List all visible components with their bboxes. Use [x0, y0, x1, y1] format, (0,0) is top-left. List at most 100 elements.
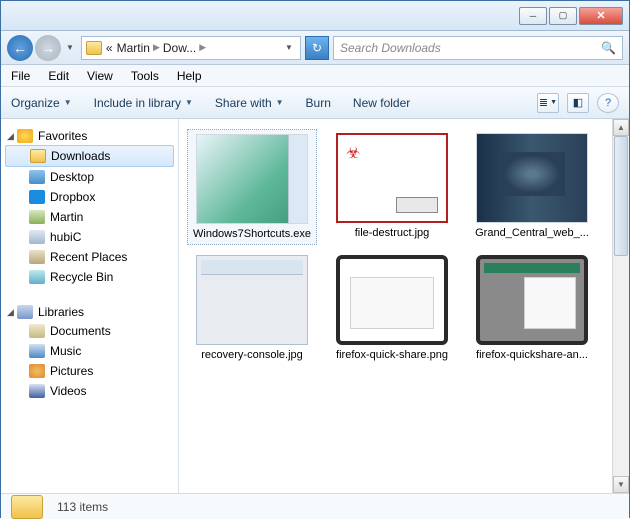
minimize-button[interactable]: ─ [519, 7, 547, 25]
sidebar-item-hubic[interactable]: hubiC [1, 227, 178, 247]
sidebar-item-label: Music [50, 344, 81, 358]
status-bar: 113 items [1, 493, 629, 519]
search-placeholder: Search Downloads [340, 41, 441, 55]
desktop-icon [29, 170, 45, 184]
sidebar-item-recycle-bin[interactable]: Recycle Bin [1, 267, 178, 287]
sidebar-item-videos[interactable]: Videos [1, 381, 178, 401]
favorites-label: Favorites [38, 129, 87, 143]
sidebar-item-label: Documents [50, 324, 111, 338]
sidebar-item-martin[interactable]: Martin [1, 207, 178, 227]
organize-button[interactable]: Organize▼ [11, 96, 72, 110]
scroll-down-button[interactable]: ▼ [613, 476, 629, 493]
chevron-down-icon: ▼ [64, 98, 72, 107]
crumb-downloads[interactable]: Dow... [163, 41, 196, 55]
star-icon [17, 129, 33, 143]
sidebar-item-recent-places[interactable]: Recent Places [1, 247, 178, 267]
chevron-right-icon[interactable]: ▶ [153, 42, 160, 53]
new-folder-button[interactable]: New folder [353, 96, 410, 110]
user-icon [29, 210, 45, 224]
content-area: ◢ Favorites Downloads Desktop Dropbox Marti… [1, 119, 629, 493]
breadcrumb[interactable]: « Martin ▶ Dow... ▶ ▼ [81, 36, 301, 60]
menu-bar: File Edit View Tools Help [1, 65, 629, 87]
file-name: Grand_Central_web_... [475, 227, 589, 239]
back-button[interactable]: ← [7, 35, 33, 61]
file-name: firefox-quick-share.png [336, 349, 448, 361]
crumb-prefix: « [106, 41, 113, 55]
sidebar-item-label: Videos [50, 384, 86, 398]
collapse-icon[interactable]: ◢ [7, 307, 17, 318]
file-name: firefox-quickshare-an... [476, 349, 588, 361]
doc-icon [29, 324, 45, 338]
sidebar-item-label: Pictures [50, 364, 93, 378]
sidebar-item-label: Desktop [50, 170, 94, 184]
favorites-group[interactable]: ◢ Favorites [1, 127, 178, 145]
scrollbar[interactable]: ▲ ▼ [612, 119, 629, 493]
video-icon [29, 384, 45, 398]
sidebar-item-label: Recycle Bin [50, 270, 113, 284]
file-item[interactable]: Windows7Shortcuts.exe [187, 129, 317, 245]
search-input[interactable]: Search Downloads 🔍 [333, 36, 623, 60]
file-thumbnail [476, 133, 588, 223]
sidebar-item-label: Downloads [51, 149, 110, 163]
file-thumbnail [336, 255, 448, 345]
chevron-down-icon: ▼ [550, 99, 557, 106]
burn-button[interactable]: Burn [306, 96, 331, 110]
scroll-thumb[interactable] [614, 136, 628, 256]
sidebar-item-dropbox[interactable]: Dropbox [1, 187, 178, 207]
menu-edit[interactable]: Edit [48, 69, 69, 83]
file-item[interactable]: file-destruct.jpg [327, 129, 457, 245]
help-button[interactable]: ? [597, 93, 619, 113]
file-name: recovery-console.jpg [201, 349, 303, 361]
file-area[interactable]: Windows7Shortcuts.exe file-destruct.jpg Gr… [179, 119, 612, 493]
sidebar-item-label: Recent Places [50, 250, 127, 264]
libraries-group[interactable]: ◢ Libraries [1, 303, 178, 321]
sidebar-item-label: Dropbox [50, 190, 95, 204]
folder-icon [30, 149, 46, 163]
crumb-martin[interactable]: Martin [117, 41, 150, 55]
close-button[interactable]: ✕ [579, 7, 623, 25]
file-item[interactable]: firefox-quick-share.png [327, 251, 457, 365]
sidebar-item-pictures[interactable]: Pictures [1, 361, 178, 381]
sidebar-item-desktop[interactable]: Desktop [1, 167, 178, 187]
history-dropdown-icon[interactable]: ▼ [66, 43, 74, 52]
pic-icon [29, 364, 45, 378]
file-item[interactable]: firefox-quickshare-an... [467, 251, 597, 365]
forward-button[interactable]: → [35, 35, 61, 61]
folder-icon [11, 495, 43, 519]
chevron-down-icon: ▼ [185, 98, 193, 107]
libraries-label: Libraries [38, 305, 84, 319]
nav-bar: ← → ▼ « Martin ▶ Dow... ▶ ▼ ↻ Search Dow… [1, 31, 629, 65]
toolbar: Organize▼ Include in library▼ Share with… [1, 87, 629, 119]
maximize-button[interactable]: ▢ [549, 7, 577, 25]
preview-pane-button[interactable]: ◧ [567, 93, 589, 113]
file-thumbnail [196, 134, 308, 224]
sidebar-item-music[interactable]: Music [1, 341, 178, 361]
menu-view[interactable]: View [87, 69, 113, 83]
include-library-button[interactable]: Include in library▼ [94, 96, 193, 110]
file-thumbnail [336, 133, 448, 223]
chevron-right-icon[interactable]: ▶ [199, 42, 206, 53]
recycle-icon [29, 270, 45, 284]
share-with-button[interactable]: Share with▼ [215, 96, 284, 110]
breadcrumb-dropdown-icon[interactable]: ▼ [282, 43, 296, 52]
search-icon[interactable]: 🔍 [601, 41, 616, 55]
sidebar: ◢ Favorites Downloads Desktop Dropbox Marti… [1, 119, 179, 493]
file-item[interactable]: recovery-console.jpg [187, 251, 317, 365]
file-name: Windows7Shortcuts.exe [193, 228, 311, 240]
chevron-down-icon: ▼ [276, 98, 284, 107]
file-name: file-destruct.jpg [355, 227, 430, 239]
refresh-button[interactable]: ↻ [305, 36, 329, 60]
file-thumbnail [476, 255, 588, 345]
menu-file[interactable]: File [11, 69, 30, 83]
folder-icon [86, 41, 102, 55]
sidebar-item-downloads[interactable]: Downloads [5, 145, 174, 167]
menu-help[interactable]: Help [177, 69, 202, 83]
sidebar-item-documents[interactable]: Documents [1, 321, 178, 341]
menu-tools[interactable]: Tools [131, 69, 159, 83]
item-count: 113 items [57, 500, 108, 514]
library-icon [17, 305, 33, 319]
view-mode-button[interactable]: ≣▼ [537, 93, 559, 113]
file-item[interactable]: Grand_Central_web_... [467, 129, 597, 245]
collapse-icon[interactable]: ◢ [7, 131, 17, 142]
scroll-up-button[interactable]: ▲ [613, 119, 629, 136]
